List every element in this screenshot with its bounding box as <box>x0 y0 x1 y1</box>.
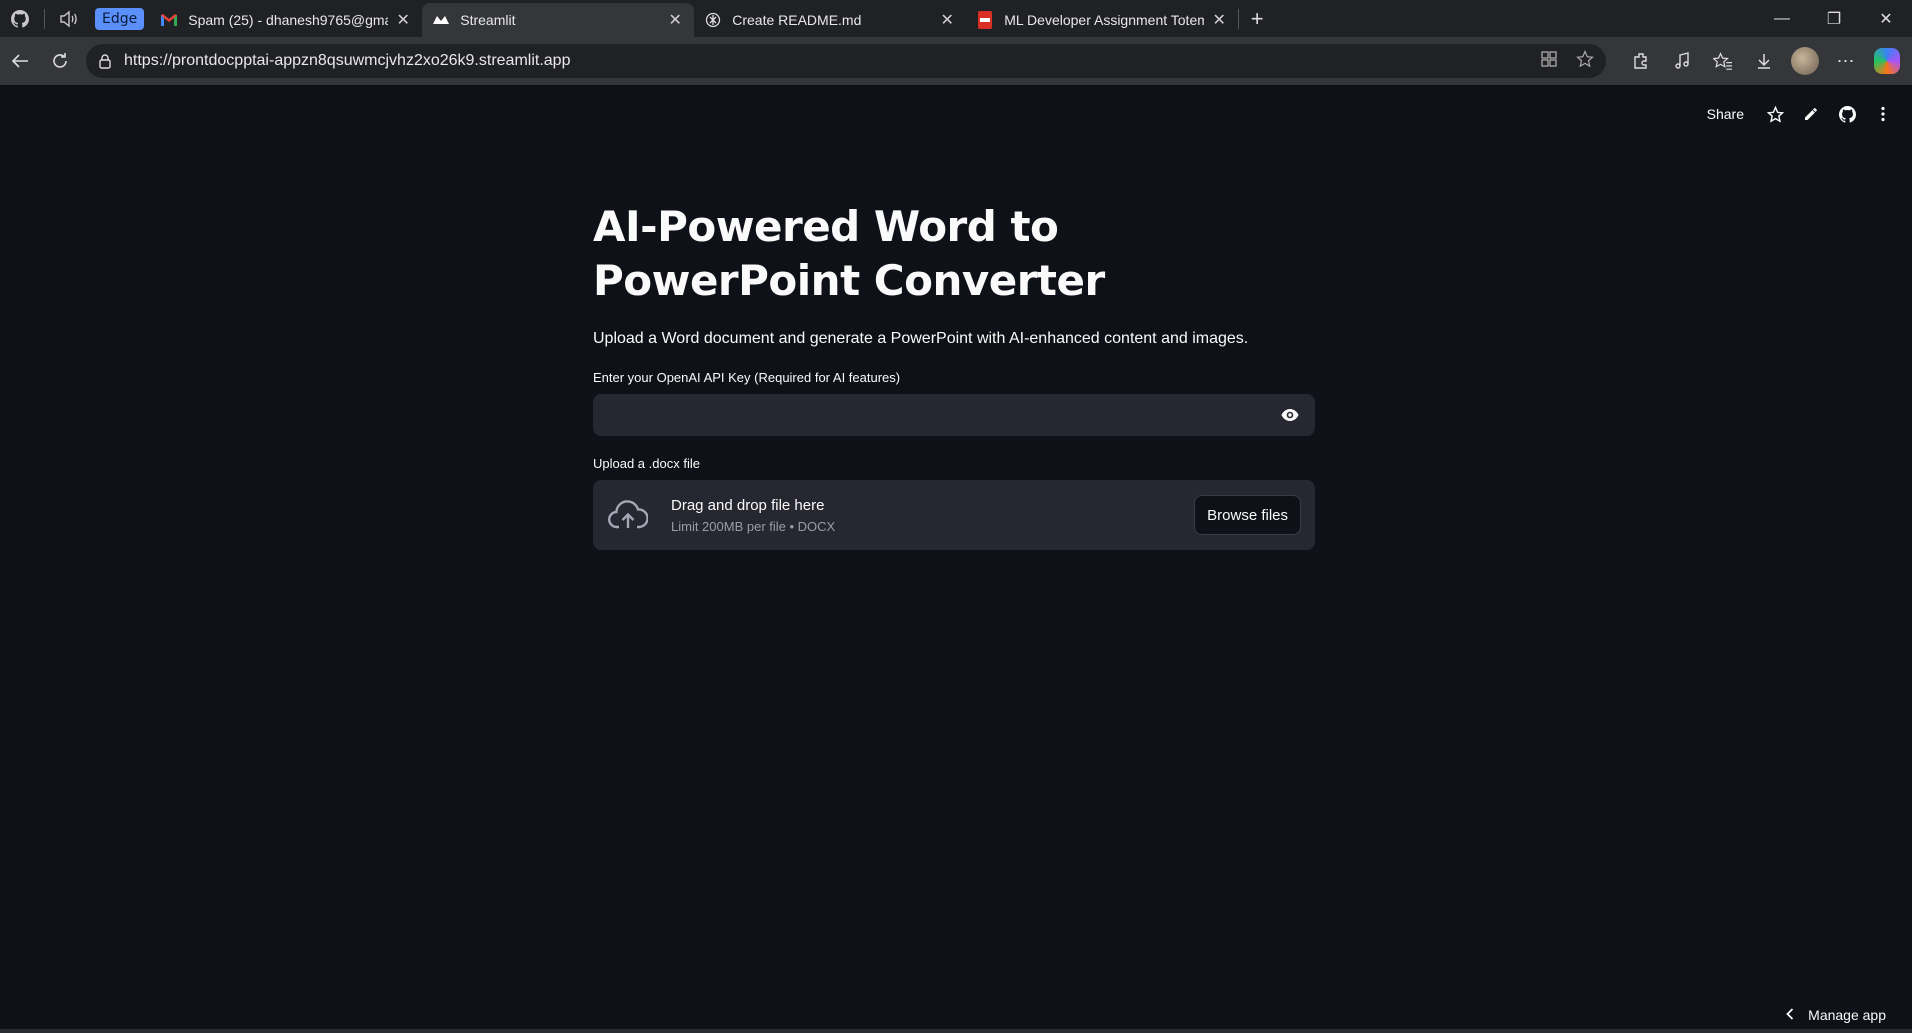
tab-gmail[interactable]: Spam (25) - dhanesh9765@gmail ✕ <box>150 3 422 37</box>
browser-address-bar: https://prontdocpptai-appzn8qsuwmcjvhz2x… <box>0 37 1912 85</box>
tab-streamlit[interactable]: Streamlit ✕ <box>422 3 695 37</box>
app-toolbar: Share <box>1707 103 1894 125</box>
speaker-icon[interactable] <box>49 0 89 37</box>
github-icon[interactable] <box>0 0 40 37</box>
favorites-icon[interactable] <box>1702 41 1743 81</box>
minimize-icon[interactable]: — <box>1756 0 1808 37</box>
github-icon[interactable] <box>1836 103 1858 125</box>
file-dropzone[interactable]: Drag and drop file here Limit 200MB per … <box>593 480 1315 550</box>
streamlit-icon <box>432 11 450 29</box>
url-text: https://prontdocpptai-appzn8qsuwmcjvhz2x… <box>124 52 571 69</box>
gmail-icon <box>160 11 178 29</box>
dropzone-text: Drag and drop file here Limit 200MB per … <box>671 497 1194 534</box>
manage-app-label: Manage app <box>1808 1007 1886 1023</box>
kebab-menu-icon[interactable] <box>1872 103 1894 125</box>
more-icon[interactable]: ⋯ <box>1825 41 1866 81</box>
tab-title: Spam (25) - dhanesh9765@gmail <box>188 12 389 28</box>
cloud-upload-icon <box>607 494 649 536</box>
favorite-star-icon[interactable] <box>1576 49 1594 73</box>
tab-pdf[interactable]: ML Developer Assignment Totem ✕ <box>966 3 1238 37</box>
streamlit-app: Share AI-Powered Word to PowerPoint Conv… <box>0 85 1912 1033</box>
close-icon[interactable]: ✕ <box>938 10 956 30</box>
tab-title: Create README.md <box>732 12 862 28</box>
page-description: Upload a Word document and generate a Po… <box>593 330 1249 347</box>
download-icon[interactable] <box>1743 41 1784 81</box>
share-button[interactable]: Share <box>1707 106 1744 122</box>
tab-title: ML Developer Assignment Totem <box>1004 12 1205 28</box>
api-key-field <box>593 394 1315 436</box>
back-icon[interactable] <box>0 41 40 81</box>
window-close-icon[interactable]: ✕ <box>1860 0 1912 37</box>
show-password-eye-icon[interactable] <box>1281 408 1299 422</box>
api-key-label: Enter your OpenAI API Key (Required for … <box>593 370 901 385</box>
close-icon[interactable]: ✕ <box>394 10 412 30</box>
profile-avatar[interactable] <box>1784 41 1825 81</box>
divider <box>44 8 45 29</box>
dropzone-limit: Limit 200MB per file • DOCX <box>671 518 836 534</box>
browser-toolbar: ⋯ <box>1620 41 1907 81</box>
tab-readme[interactable]: Create README.md ✕ <box>694 3 966 37</box>
media-icon[interactable] <box>1661 41 1702 81</box>
window-controls: — ❐ ✕ <box>1756 0 1912 37</box>
restore-icon[interactable]: ❐ <box>1808 0 1860 37</box>
main-content: AI-Powered Word to PowerPoint Converter … <box>593 200 1315 550</box>
copilot-logo <box>1873 48 1900 74</box>
tab-title: Streamlit <box>460 12 516 28</box>
new-tab-icon[interactable]: + <box>1239 2 1275 36</box>
avatar <box>1790 47 1819 75</box>
star-icon[interactable] <box>1764 103 1786 125</box>
close-icon[interactable]: ✕ <box>666 10 684 30</box>
upload-label: Upload a .docx file <box>593 456 700 471</box>
lock-icon[interactable] <box>98 53 112 69</box>
browse-files-button[interactable]: Browse files <box>1194 495 1301 535</box>
api-key-input[interactable] <box>609 406 1281 424</box>
apps-icon[interactable] <box>1540 50 1558 73</box>
dropzone-title: Drag and drop file here <box>671 496 825 514</box>
edge-badge[interactable]: Edge <box>95 7 145 30</box>
browser-tab-bar: Edge Spam (25) - dhanesh9765@gmail ✕ Str… <box>0 0 1912 37</box>
page-title: AI-Powered Word to PowerPoint Converter <box>593 202 1105 305</box>
edit-pencil-icon[interactable] <box>1800 103 1822 125</box>
chatgpt-icon <box>704 11 722 29</box>
manage-app-button[interactable]: Manage app <box>1786 1007 1886 1023</box>
url-field[interactable]: https://prontdocpptai-appzn8qsuwmcjvhz2x… <box>86 44 1606 78</box>
refresh-icon[interactable] <box>40 41 80 81</box>
extensions-icon[interactable] <box>1620 41 1661 81</box>
close-icon[interactable]: ✕ <box>1210 10 1228 30</box>
copilot-icon[interactable] <box>1866 41 1907 81</box>
pdf-icon <box>976 11 994 29</box>
chevron-left-icon <box>1786 1007 1794 1023</box>
window-bottom-edge <box>0 1029 1912 1033</box>
